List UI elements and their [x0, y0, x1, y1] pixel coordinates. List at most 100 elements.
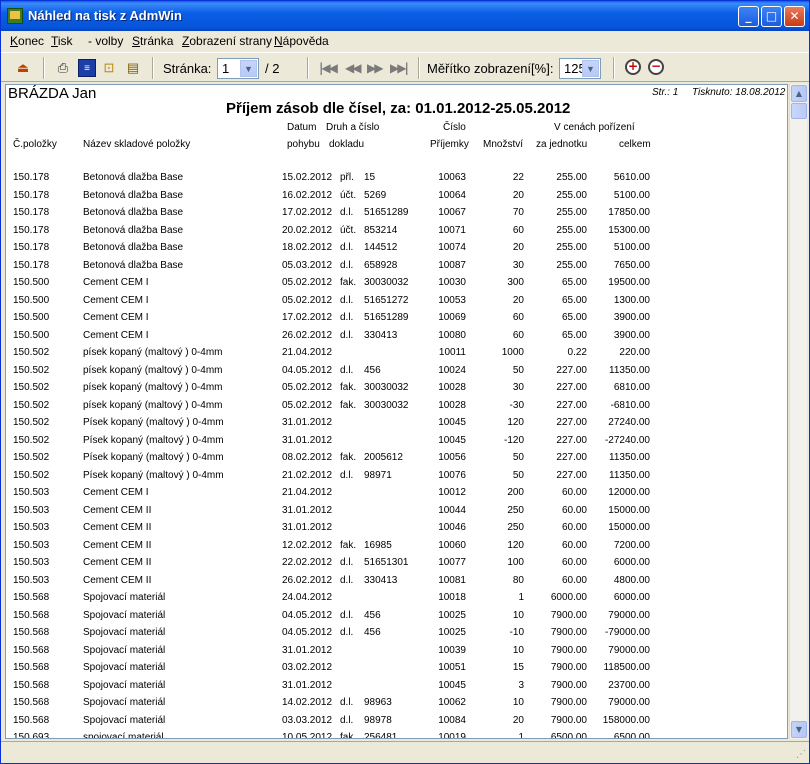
cell-unit: 227.00 — [556, 399, 587, 411]
cell-total: 11350.00 — [609, 469, 650, 481]
scroll-thumb[interactable] — [791, 103, 807, 119]
resize-grip-icon[interactable]: ⋰ — [796, 749, 806, 760]
zoom-in-icon[interactable]: + — [625, 59, 641, 75]
cell-qty: 10 — [512, 697, 524, 708]
cell-total: 6000.00 — [613, 592, 650, 603]
cell-recnum: 10080 — [438, 329, 466, 341]
cell-unit: 255.00 — [556, 189, 587, 201]
cell-total: 4800.00 — [613, 574, 650, 586]
cell-code: 150.693 — [13, 732, 50, 739]
cell-total: 11350.00 — [609, 452, 650, 463]
cell-code: 150.178 — [13, 242, 50, 253]
header-recnum-bottom: Příjemky — [430, 139, 469, 150]
scroll-up-button[interactable]: ▲ — [791, 85, 807, 102]
cell-name: písek kopaný (maltový ) 0-4mm — [83, 347, 223, 358]
table-row: 150.503 Cement CEM II 26.02.2012 d.l. 330413… — [6, 572, 787, 590]
cell-code: 150.502 — [13, 434, 50, 446]
scale-select[interactable]: 125 ▼ — [559, 58, 601, 79]
cell-unit: 65.00 — [561, 277, 587, 288]
cell-date: 31.01.2012 — [282, 434, 333, 446]
cell-qty: 120 — [507, 417, 524, 428]
minimize-button[interactable]: _ — [738, 6, 759, 27]
maximize-button[interactable]: □ — [761, 6, 782, 27]
first-page-icon[interactable]: |◀◀ — [319, 61, 338, 75]
report-page[interactable]: BRÁZDA Jan Str.: 1 Tisknuto: 18.08.2012 … — [5, 84, 788, 739]
print-icon[interactable]: ⎙ — [54, 59, 72, 77]
page-select[interactable]: 1 ▼ — [217, 58, 259, 79]
menu-napoveda[interactable]: Nápověda — [274, 34, 329, 48]
cell-recnum: 10064 — [438, 189, 466, 201]
close-button[interactable]: ✕ — [784, 6, 805, 27]
cell-name: Betonová dlažba Base — [83, 189, 184, 201]
cell-name: Spojovací materiál — [83, 714, 166, 726]
cell-recnum: 10056 — [438, 452, 466, 463]
open-folder-icon[interactable]: ⊡ — [100, 59, 118, 77]
cell-doc: 98971 — [364, 469, 392, 481]
chevron-down-icon[interactable]: ▼ — [240, 60, 257, 77]
cell-code: 150.568 — [13, 592, 50, 603]
cell-unit: 7900.00 — [550, 697, 587, 708]
cell-name: Spojovací materiál — [83, 697, 166, 708]
cell-date: 12.02.2012 — [282, 539, 333, 551]
toolbar-separator — [613, 57, 615, 79]
cell-type: d.l. — [340, 312, 354, 323]
next-page-icon[interactable]: ▶▶ — [367, 61, 384, 75]
menu-konec[interactable]: Konec — [10, 34, 44, 48]
table-row: 150.568 Spojovací materiál 04.05.2012 d.l. 4… — [6, 607, 787, 625]
toolbar-separator — [307, 57, 309, 79]
table-row: 150.502 písek kopaný (maltový ) 0-4mm 21.0… — [6, 344, 787, 362]
cell-qty: 60 — [512, 312, 524, 323]
cell-name: Cement CEM II — [83, 557, 152, 568]
table-row: 150.503 Cement CEM II 22.02.2012 d.l. 516513… — [6, 554, 787, 572]
cell-code: 150.178 — [13, 207, 50, 218]
print-setup-icon[interactable]: ≡ — [78, 59, 96, 77]
last-page-icon[interactable]: ▶▶| — [390, 61, 409, 75]
cell-total: 158000.00 — [602, 714, 650, 726]
cell-recnum: 10019 — [438, 732, 466, 739]
cell-type: d.l. — [340, 259, 354, 271]
cell-unit: 0.22 — [567, 347, 587, 358]
cell-name: Cement CEM I — [83, 487, 149, 498]
cell-doc: 853214 — [364, 224, 398, 236]
cell-code: 150.568 — [13, 697, 50, 708]
cell-recnum: 10076 — [438, 469, 466, 481]
chevron-down-icon[interactable]: ▼ — [582, 60, 599, 77]
previous-page-icon[interactable]: ◀◀ — [345, 61, 362, 75]
cell-code: 150.178 — [13, 224, 50, 236]
cell-qty: 30 — [512, 259, 524, 271]
exit-icon[interactable]: ⏏ — [14, 59, 32, 77]
cell-date: 17.02.2012 — [282, 207, 333, 218]
cell-recnum: 10044 — [438, 504, 466, 516]
cell-total: 5100.00 — [613, 242, 650, 253]
cell-name: Cement CEM II — [83, 504, 152, 516]
table-row: 150.503 Cement CEM II 31.01.2012 10046 250 60… — [6, 519, 787, 537]
cell-unit: 227.00 — [556, 364, 587, 376]
cell-date: 31.01.2012 — [282, 644, 333, 656]
menu-tisk[interactable]: Tisk — [51, 34, 73, 48]
table-row: 150.502 písek kopaný (maltový ) 0-4mm 05.0… — [6, 397, 787, 415]
cell-code: 150.500 — [13, 277, 50, 288]
cell-doc: 2005612 — [364, 452, 403, 463]
cell-unit: 60.00 — [561, 574, 587, 586]
menu-stranka[interactable]: Stránka — [132, 34, 173, 48]
table-row: 150.500 Cement CEM I 05.02.2012 d.l. 5165127… — [6, 292, 787, 310]
vertical-scrollbar[interactable]: ▲ ▼ — [789, 84, 807, 739]
export-icon[interactable]: ▤ — [124, 59, 142, 77]
cell-code: 150.503 — [13, 504, 50, 516]
zoom-out-icon[interactable]: − — [648, 59, 664, 75]
header-prices-top: V cenách pořízení — [554, 122, 635, 133]
menu-zobrazeni-strany[interactable]: Zobrazení strany — [182, 34, 272, 48]
cell-unit: 65.00 — [561, 294, 587, 306]
cell-qty: -10 — [509, 627, 524, 638]
cell-doc: 30030032 — [364, 382, 409, 393]
cell-type: d.l. — [340, 714, 354, 726]
cell-name: Spojovací materiál — [83, 679, 166, 691]
menu-volby[interactable]: - volby — [88, 34, 123, 48]
cell-name: Cement CEM II — [83, 574, 152, 586]
header-date-top: Datum — [287, 122, 317, 133]
cell-type: d.l. — [340, 329, 354, 341]
scroll-down-button[interactable]: ▼ — [791, 721, 807, 738]
title-bar[interactable]: Náhled na tisk z AdmWin _ □ ✕ — [1, 1, 809, 31]
cell-recnum: 10051 — [438, 662, 466, 673]
cell-qty: -30 — [509, 399, 524, 411]
